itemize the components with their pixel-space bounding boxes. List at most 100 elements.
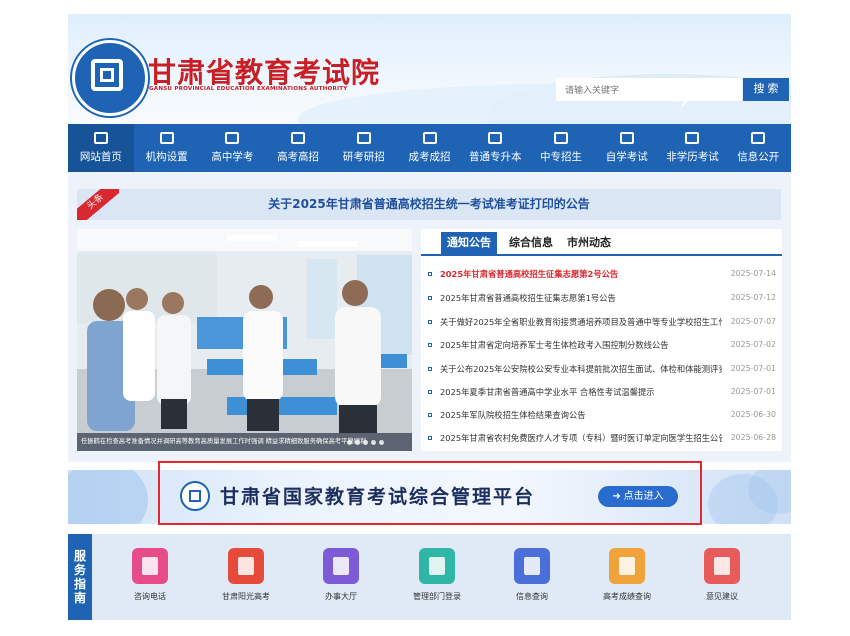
nav-non-degree-exam[interactable]: 非学历考试 — [660, 124, 726, 172]
service-guide: 服 务 指 南 咨询电话 甘肃阳光高考 办事大厅 管理部门登录 信息查询 高考成… — [68, 534, 791, 620]
news-title[interactable]: 2025年甘肃省农村免费医疗人才专项（专科）暨时医订单定向医学生招生公告 — [440, 427, 722, 449]
page: ✈ 甘肃省教育考试院 GANSU PROVINCIAL EDUCATION EX… — [68, 0, 791, 636]
nav-self-study-exam[interactable]: 自学考试 — [594, 124, 660, 172]
phone-icon — [132, 548, 168, 584]
tab-city-news[interactable]: 市州动态 — [567, 232, 611, 254]
school-icon — [488, 132, 503, 144]
nav-secondary-enroll[interactable]: 中专招生 — [528, 124, 594, 172]
nav-high-school-exam[interactable]: 高中学考 — [199, 124, 265, 172]
news-item[interactable]: 2025年甘肃省定向培养军士考生体检政考入围控制分数线公告 2025-07-02 — [421, 334, 782, 356]
headline-ribbon: 头条 — [77, 189, 119, 220]
bullet-icon — [428, 343, 432, 347]
news-panel: 通知公告 综合信息 市州动态 2025年甘肃省普通高校招生征集志愿第2号公告 20… — [421, 229, 782, 451]
nav-label: 高考高招 — [277, 151, 320, 163]
headline-text[interactable]: 关于2025年甘肃省普通高校招生统一考试准考证打印的公告 — [77, 189, 781, 220]
nav-adult-exam[interactable]: 成考成招 — [397, 124, 463, 172]
nav-label: 自学考试 — [605, 151, 648, 163]
news-item[interactable]: 关于公布2025年公安院校公安专业本科提前批次招生面试、体检和体能测评资格线的公… — [421, 358, 782, 380]
headline-bar[interactable]: 关于2025年甘肃省普通高校招生统一考试准考证打印的公告 头条 — [77, 189, 781, 220]
nav-label: 非学历考试 — [666, 151, 719, 163]
service-admin-login[interactable]: 管理部门登录 — [407, 548, 467, 602]
news-title[interactable]: 2025年甘肃省普通高校招生征集志愿第2号公告 — [440, 263, 722, 285]
service-label: 高考成绩查询 — [603, 592, 651, 601]
nav-upgrade-exam[interactable]: 普通专升本 — [462, 124, 528, 172]
nav-info-public[interactable]: 信息公开 — [725, 124, 791, 172]
news-photo[interactable]: 任振鹤在检查高考准备情况并调研高等教育高质量发展工作时强调 精益求精细致服务确保… — [77, 229, 412, 451]
news-title[interactable]: 2025年军队院校招生体检结果查询公告 — [440, 404, 722, 426]
headline-badge: 头条 — [77, 189, 119, 220]
news-date: 2025-07-01 — [730, 387, 776, 396]
news-date: 2025-07-02 — [730, 340, 776, 349]
news-title[interactable]: 2025年甘肃省普通高校招生征集志愿第1号公告 — [440, 287, 722, 309]
users-icon — [554, 132, 568, 144]
service-label: 管理部门登录 — [413, 592, 461, 601]
photo-scene — [77, 229, 412, 451]
news-date: 2025-07-12 — [730, 293, 776, 302]
site-header: ✈ 甘肃省教育考试院 GANSU PROVINCIAL EDUCATION EX… — [68, 14, 791, 124]
adult-exam-icon — [422, 132, 437, 144]
search-input[interactable] — [556, 78, 742, 101]
news-item[interactable]: 2025年甘肃省普通高校招生征集志愿第1号公告 2025-07-12 — [421, 287, 782, 309]
news-date: 2025-07-07 — [730, 317, 776, 326]
news-title[interactable]: 2025年甘肃省定向培养军士考生体检政考入围控制分数线公告 — [440, 334, 722, 356]
news-title[interactable]: 关于做好2025年全省职业教育衔接贯通培养项目及普通中等专业学校招生工作的通知 — [440, 311, 722, 333]
certificate-icon — [685, 132, 700, 144]
nav-label: 网站首页 — [79, 151, 122, 163]
news-date: 2025-06-30 — [730, 410, 776, 419]
highlight-box — [158, 461, 702, 525]
service-suggestion[interactable]: 意见建议 — [692, 548, 752, 602]
nav-label: 信息公开 — [737, 151, 780, 163]
service-label-char: 南 — [73, 591, 86, 605]
news-title[interactable]: 2025年夏季甘肃省普通高中学业水平 合格性考试温馨提示 — [440, 381, 722, 403]
home-icon — [93, 132, 108, 144]
nav-label: 成考成招 — [408, 151, 451, 163]
service-label: 甘肃阳光高考 — [222, 592, 270, 601]
nav-org[interactable]: 机构设置 — [134, 124, 200, 172]
mail-icon — [751, 132, 766, 144]
info-query-icon — [514, 548, 550, 584]
search-button[interactable]: 搜 索 — [743, 78, 789, 101]
org-icon — [159, 132, 174, 144]
nav-label: 高中学考 — [211, 151, 254, 163]
service-label: 信息查询 — [516, 592, 548, 601]
news-item[interactable]: 2025年军队院校招生体检结果查询公告 2025-06-30 — [421, 404, 782, 426]
service-guide-label: 服 务 指 南 — [68, 534, 92, 620]
bullet-icon — [428, 367, 432, 371]
graduation-cap-icon — [356, 132, 371, 144]
site-subtitle: GANSU PROVINCIAL EDUCATION EXAMINATIONS … — [149, 86, 348, 92]
news-date: 2025-06-28 — [730, 433, 776, 442]
document-icon — [291, 132, 306, 144]
service-sunshine-exam[interactable]: 甘肃阳光高考 — [216, 548, 276, 602]
hall-icon — [323, 548, 359, 584]
score-query-icon — [609, 548, 645, 584]
service-info-query[interactable]: 信息查询 — [502, 548, 562, 602]
tab-notices[interactable]: 通知公告 — [441, 232, 497, 254]
bullet-icon — [428, 272, 432, 276]
news-item[interactable]: 关于做好2025年全省职业教育衔接贯通培养项目及普通中等专业学校招生工作的通知 2… — [421, 311, 782, 333]
service-hall[interactable]: 办事大厅 — [311, 548, 371, 602]
bullet-icon — [428, 390, 432, 394]
service-phone[interactable]: 咨询电话 — [120, 548, 180, 602]
news-item[interactable]: 2025年甘肃省农村免费医疗人才专项（专科）暨时医订单定向医学生招生公告 2025… — [421, 427, 782, 449]
service-score-query[interactable]: 高考成绩查询 — [597, 548, 657, 602]
news-title[interactable]: 关于公布2025年公安院校公安专业本科提前批次招生面试、体检和体能测评资格线的公… — [440, 358, 722, 380]
news-date: 2025-07-01 — [730, 364, 776, 373]
news-item[interactable]: 2025年夏季甘肃省普通高中学业水平 合格性考试温馨提示 2025-07-01 — [421, 381, 782, 403]
tab-general-info[interactable]: 综合信息 — [509, 232, 553, 254]
news-item[interactable]: 2025年甘肃省普通高校招生征集志愿第2号公告 2025-07-14 — [421, 263, 782, 285]
nav-label: 普通专升本 — [469, 151, 522, 163]
nav-home[interactable]: 网站首页 — [68, 124, 134, 172]
site-title[interactable]: 甘肃省教育考试院 — [148, 51, 380, 91]
service-label: 意见建议 — [706, 592, 738, 601]
bullet-icon — [428, 320, 432, 324]
carousel-dots[interactable] — [347, 440, 384, 445]
nav-graduate-exam[interactable]: 研考研招 — [331, 124, 397, 172]
logo-seal-icon[interactable] — [72, 40, 148, 116]
nav-gaokao[interactable]: 高考高招 — [265, 124, 331, 172]
nav-label: 中专招生 — [540, 151, 582, 163]
service-label-char: 务 — [73, 563, 86, 577]
suggestion-icon — [704, 548, 740, 584]
service-label: 咨询电话 — [134, 592, 166, 601]
book-icon — [619, 132, 634, 144]
sunshine-exam-icon — [228, 548, 264, 584]
